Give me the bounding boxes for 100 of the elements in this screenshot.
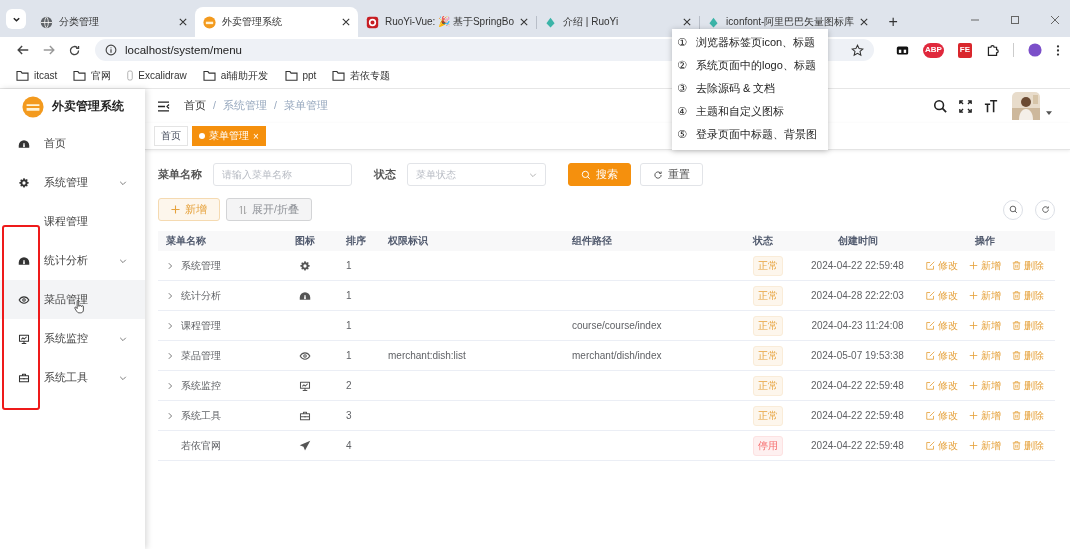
list-number: ⑤ [676, 128, 688, 141]
bookmark[interactable]: Excalidraw [127, 70, 187, 81]
add-button[interactable]: 新增 [158, 198, 220, 221]
globe-icon [40, 15, 53, 29]
status-tag: 正常 [753, 345, 783, 366]
menu-item[interactable]: 系统管理 [0, 163, 145, 202]
search-toggle-button[interactable] [1003, 199, 1023, 220]
action-link[interactable]: 删除 [1012, 408, 1044, 423]
browser-tab[interactable]: 外卖管理系统 [195, 7, 358, 37]
bookmark[interactable]: itcast [16, 70, 58, 81]
menu-item[interactable]: 菜品管理 [0, 280, 145, 319]
adblock-extension-icon[interactable]: ABP [922, 42, 944, 58]
page-tab[interactable]: 首页 [154, 126, 188, 146]
action-link[interactable]: 修改 [926, 288, 958, 303]
menu-icon[interactable] [157, 100, 170, 112]
search-icon[interactable] [933, 99, 947, 113]
action-link[interactable]: 删除 [1012, 288, 1044, 303]
forward-icon[interactable] [42, 43, 56, 57]
action-link[interactable]: 删除 [1012, 258, 1044, 273]
action-link[interactable]: 新增 [969, 258, 1001, 273]
fe-extension-icon[interactable]: FE [957, 42, 972, 58]
star-icon[interactable] [850, 43, 864, 57]
fullscreen-icon[interactable] [959, 99, 972, 113]
monitor-icon [18, 332, 30, 345]
extension-icon[interactable] [895, 43, 909, 57]
breadcrumb-item[interactable]: 首页 [184, 99, 206, 113]
close-icon[interactable] [520, 18, 529, 26]
close-icon[interactable] [179, 18, 187, 26]
list-number: ③ [676, 82, 688, 95]
status-tag: 正常 [753, 375, 783, 396]
action-link[interactable]: 删除 [1012, 378, 1044, 393]
table-cell: 1 [346, 260, 352, 271]
action-link[interactable]: 新增 [969, 378, 1001, 393]
table-cell: 2024-04-22 22:59:48 [811, 260, 904, 271]
bookmark[interactable]: 若依专题 [332, 68, 391, 83]
menu-item[interactable]: 系统工具 [0, 358, 145, 397]
status-tag: 正常 [753, 255, 783, 276]
plus-icon [969, 441, 978, 450]
menu-item[interactable]: 系统监控 [0, 319, 145, 358]
table-cell: 2024-04-22 22:59:48 [811, 440, 904, 451]
browser-tab[interactable]: RuoYi-Vue: 🎉 基于SpringBo [358, 7, 537, 37]
info-icon[interactable] [105, 44, 117, 56]
profile-avatar[interactable] [1028, 43, 1042, 57]
table-cell: 2024-05-07 19:53:38 [811, 350, 904, 361]
menu-item[interactable]: 统计分析 [0, 241, 145, 280]
action-link[interactable]: 新增 [969, 438, 1001, 453]
caret-icon[interactable] [1046, 110, 1052, 116]
close-icon[interactable] [860, 18, 869, 26]
action-link[interactable]: 新增 [969, 318, 1001, 333]
action-link[interactable]: 修改 [926, 438, 958, 453]
reset-button[interactable]: 重置 [640, 163, 703, 186]
browser-tab[interactable]: 介绍 | RuoYi [536, 7, 700, 37]
more-icon[interactable] [1056, 43, 1060, 57]
action-link[interactable]: 删除 [1012, 438, 1044, 453]
browser-tab[interactable]: iconfont-阿里巴巴矢量图标库 [699, 7, 877, 37]
bookmark[interactable]: ai辅助开发 [202, 68, 269, 83]
action-link[interactable]: 新增 [969, 408, 1001, 423]
reload-icon[interactable] [68, 43, 81, 57]
edit-icon [926, 411, 935, 420]
table-cell: 2024-04-22 22:59:48 [811, 410, 904, 421]
trash-icon [1012, 321, 1021, 330]
close-icon[interactable] [683, 18, 692, 26]
bookmark[interactable]: 官网 [73, 68, 112, 83]
trash-icon [1012, 411, 1021, 420]
browser-tab[interactable]: 分类管理 [32, 7, 195, 37]
action-link[interactable]: 修改 [926, 408, 958, 423]
action-link[interactable]: 修改 [926, 348, 958, 363]
paper-plane-icon [299, 439, 311, 452]
table-cell: 2 [346, 380, 352, 391]
action-link[interactable]: 新增 [969, 288, 1001, 303]
action-link[interactable]: 修改 [926, 378, 958, 393]
refresh-icon [653, 169, 663, 180]
table-cell: 若依官网 [181, 438, 221, 453]
edit-icon [926, 261, 935, 270]
action-link[interactable]: 新增 [969, 348, 1001, 363]
gauge-icon [299, 289, 311, 302]
new-tab-button[interactable]: + [884, 13, 902, 31]
action-link[interactable]: 删除 [1012, 348, 1044, 363]
font-size-icon[interactable] [984, 99, 998, 113]
table-cell: merchant:dish:list [388, 350, 466, 361]
trash-icon [1012, 261, 1021, 270]
search-button[interactable]: 搜索 [568, 163, 631, 186]
menu-item[interactable]: 首页 [0, 124, 145, 163]
table-cell: 课程管理 [181, 318, 221, 333]
bookmark[interactable]: ppt [284, 70, 317, 81]
search-icon [581, 169, 591, 180]
back-icon[interactable] [16, 43, 30, 57]
page-tab[interactable]: 菜单管理 × [192, 126, 266, 146]
tab-search-button[interactable] [6, 9, 26, 29]
close-icon[interactable] [342, 18, 350, 26]
menu-item[interactable]: 课程管理 [0, 202, 145, 241]
sort-arrows-icon [239, 204, 247, 215]
action-link[interactable]: 修改 [926, 258, 958, 273]
expand-collapse-button[interactable]: 展开/折叠 [226, 198, 312, 221]
puzzle-icon[interactable] [986, 43, 999, 57]
table-cell: 菜品管理 [181, 348, 221, 363]
maximize-icon[interactable] [1010, 15, 1020, 25]
action-link[interactable]: 删除 [1012, 318, 1044, 333]
action-link[interactable]: 修改 [926, 318, 958, 333]
table-cell: course/course/index [572, 320, 662, 331]
